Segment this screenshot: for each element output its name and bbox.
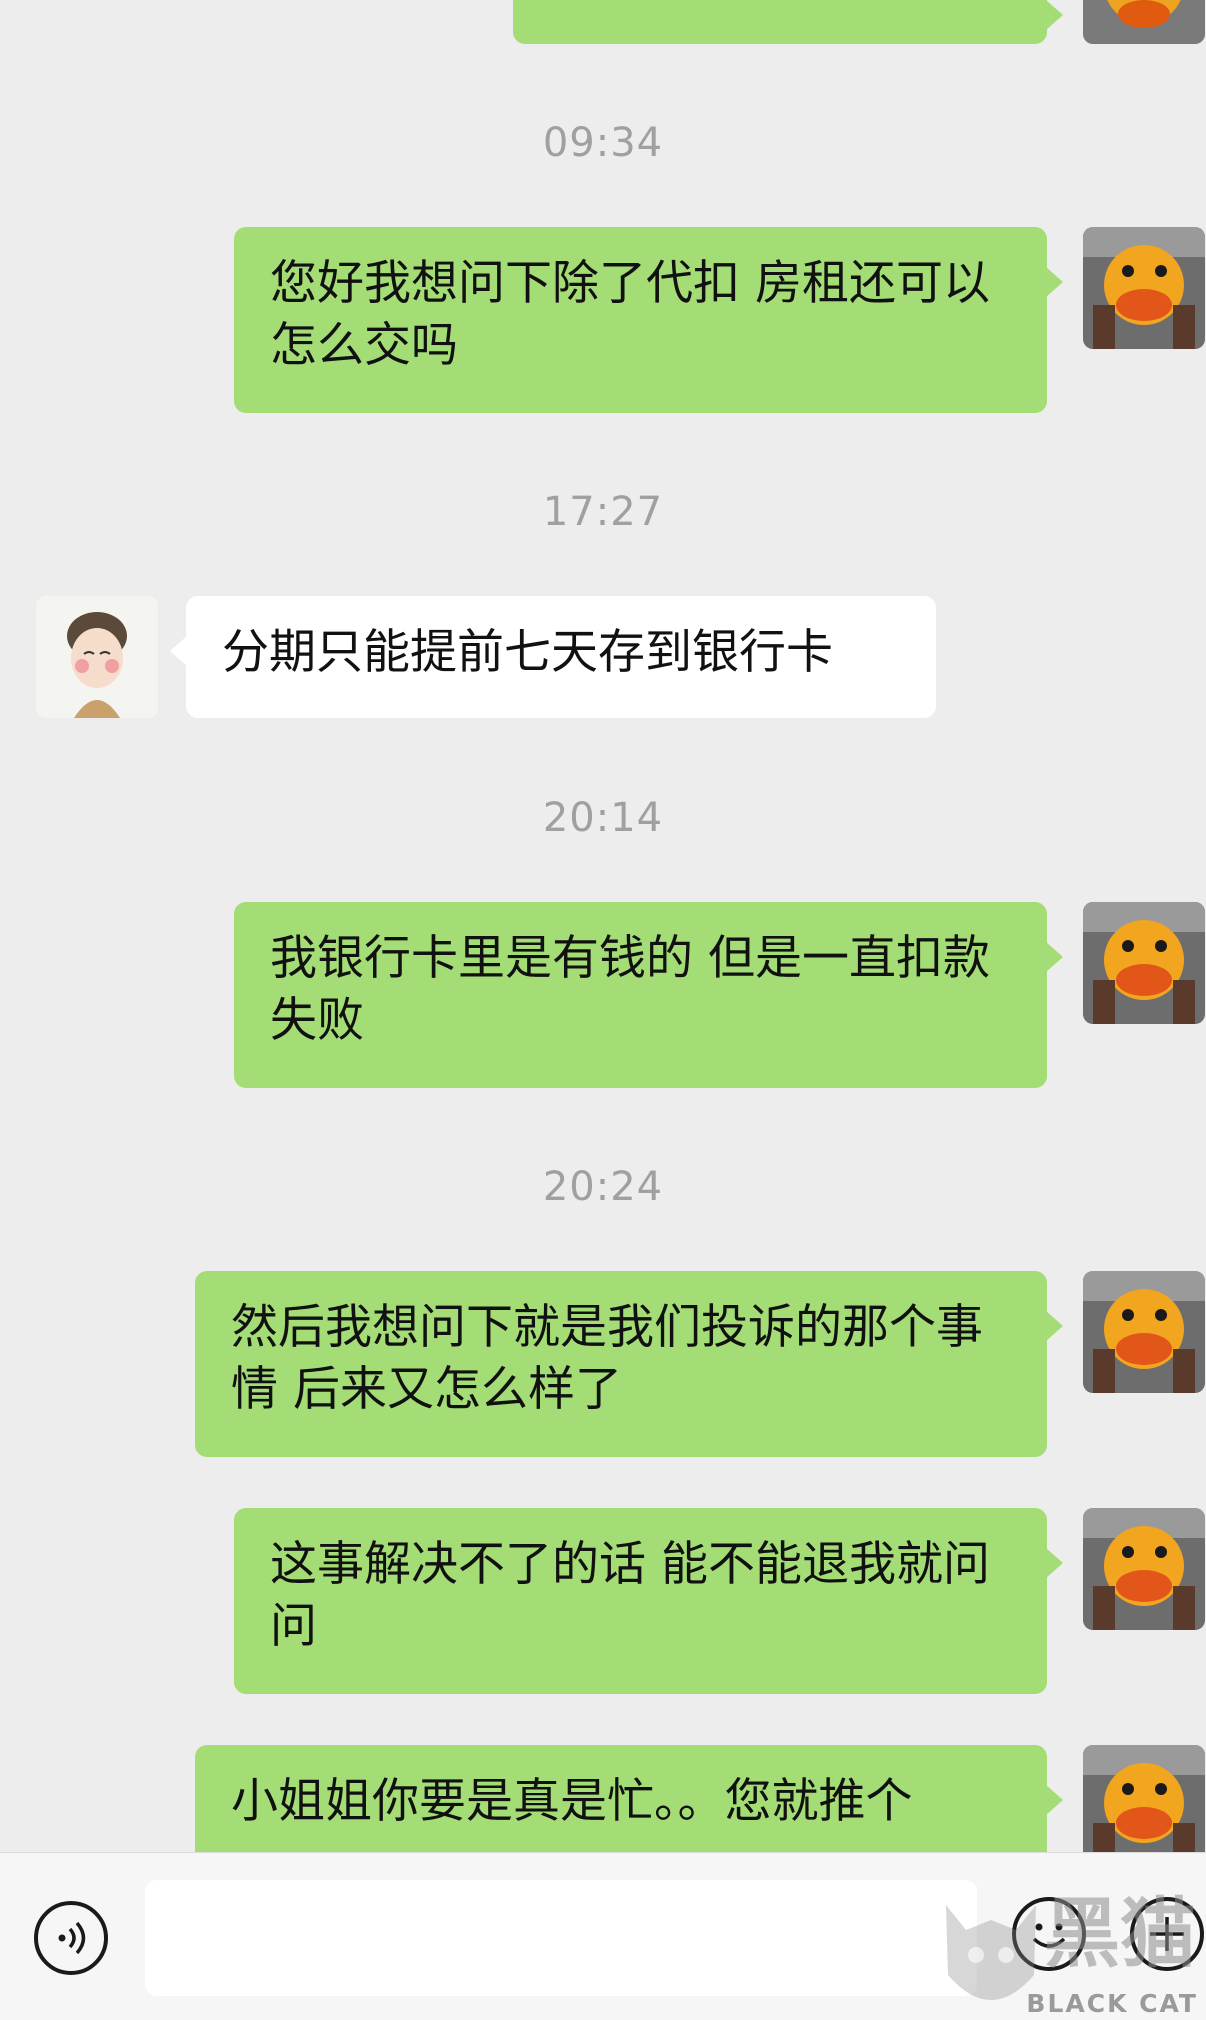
timestamp: 17:27 <box>542 489 664 535</box>
contact-avatar[interactable] <box>36 596 158 718</box>
outgoing-message[interactable]: 我银行卡里是有钱的 但是一直扣款失败 <box>234 902 1063 1088</box>
my-avatar[interactable] <box>1083 902 1205 1024</box>
outgoing-message[interactable]: 小姐姐你要是真是忙。。您就推个 <box>195 1745 1063 1852</box>
plus-icon <box>1150 1917 1184 1951</box>
my-avatar[interactable] <box>1083 227 1205 349</box>
my-avatar[interactable] <box>1083 1508 1205 1630</box>
message-input[interactable] <box>145 1880 977 1996</box>
message-bubble-cut <box>513 0 1063 44</box>
voice-icon <box>58 1921 86 1955</box>
my-avatar[interactable] <box>1083 0 1205 44</box>
input-bar: 黑猫 BLACK CAT <box>0 1852 1206 2020</box>
outgoing-message[interactable]: 这事解决不了的话 能不能退我就问问 <box>234 1508 1063 1694</box>
emoji-button[interactable] <box>1012 1897 1086 1971</box>
timestamp: 20:24 <box>542 1164 664 1210</box>
incoming-message[interactable]: 分期只能提前七天存到银行卡 <box>170 596 936 718</box>
voice-button[interactable] <box>34 1901 108 1975</box>
emoji-icon <box>1032 1923 1066 1948</box>
outgoing-message[interactable]: 您好我想问下除了代扣 房租还可以怎么交吗 <box>234 227 1063 413</box>
my-avatar[interactable] <box>1083 1745 1205 1852</box>
my-avatar[interactable] <box>1083 1271 1205 1393</box>
timestamp: 09:34 <box>542 120 664 166</box>
watermark-en: BLACK CAT <box>1026 1989 1198 2018</box>
timestamp: 20:14 <box>542 795 664 841</box>
add-button[interactable] <box>1130 1897 1204 1971</box>
chat-area[interactable]: 09:34 您好我想问下除了代扣 房租还可以怎么交吗 17:27 分期只能提前七… <box>0 0 1206 1852</box>
outgoing-message[interactable]: 然后我想问下就是我们投诉的那个事情 后来又怎么样了 <box>195 1271 1063 1457</box>
